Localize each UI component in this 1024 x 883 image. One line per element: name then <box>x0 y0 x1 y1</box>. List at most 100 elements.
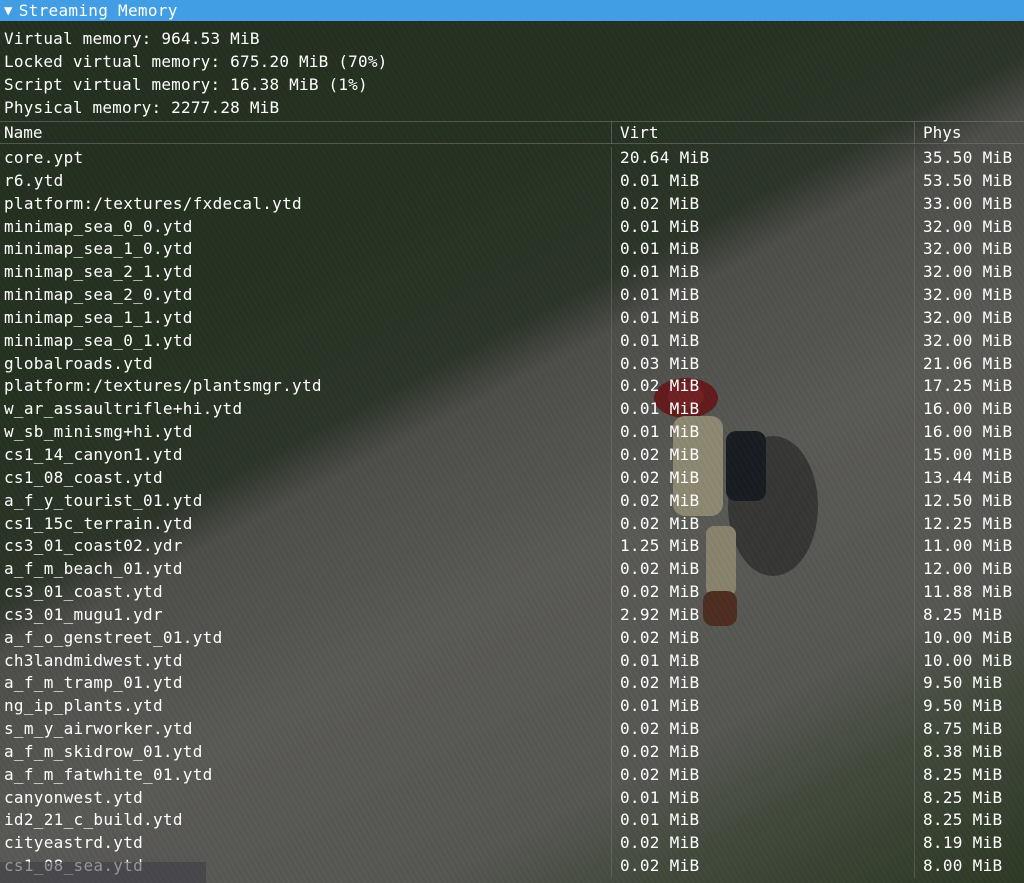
row-phys-cell: 8.25 MiB <box>914 603 1024 627</box>
table-row[interactable]: cs3_01_coast.ytd 0.02 MiB 11.88 MiB <box>0 581 1024 604</box>
table-row[interactable]: platform:/textures/fxdecal.ytd 0.02 MiB 33… <box>0 192 1024 216</box>
row-name-cell: platform:/textures/fxdecal.ytd <box>4 193 302 213</box>
row-name-cell: a_f_o_genstreet_01.ytd <box>4 627 223 647</box>
row-phys-cell: 8.25 MiB <box>914 809 1024 833</box>
row-virt-cell: 0.02 MiB <box>611 192 914 216</box>
row-virt-cell: 0.01 MiB <box>611 809 914 833</box>
row-phys-cell: 11.88 MiB <box>914 581 1024 604</box>
table-row[interactable]: cs1_15c_terrain.ytd 0.02 MiB 12.25 MiB <box>0 512 1024 536</box>
script-memory-text: Script virtual memory: 16.38 MiB (1%) <box>4 75 368 94</box>
row-name-cell: a_f_m_beach_01.ytd <box>4 559 183 579</box>
horizontal-scrollbar-grab[interactable] <box>0 862 206 883</box>
table-row[interactable]: w_ar_assaultrifle+hi.ytd 0.01 MiB 16.00 Mi… <box>0 398 1024 422</box>
row-phys-cell: 17.25 MiB <box>914 375 1024 399</box>
row-phys-cell: 8.25 MiB <box>914 786 1024 810</box>
row-virt-cell: 0.01 MiB <box>611 695 914 719</box>
table-row[interactable]: minimap_sea_0_1.ytd 0.01 MiB 32.00 MiB <box>0 329 1024 353</box>
row-phys-cell: 8.75 MiB <box>914 718 1024 741</box>
virtual-memory-text: Virtual memory: 964.53 MiB <box>4 29 260 48</box>
table-row[interactable]: minimap_sea_0_0.ytd 0.01 MiB 32.00 MiB <box>0 215 1024 239</box>
table-row[interactable]: a_f_m_fatwhite_01.ytd 0.02 MiB 8.25 MiB <box>0 763 1024 787</box>
table-row[interactable]: cityeastrd.ytd 0.02 MiB 8.19 MiB <box>0 832 1024 856</box>
table-row[interactable]: a_f_m_skidrow_01.ytd 0.02 MiB 8.38 MiB <box>0 740 1024 764</box>
row-phys-cell: 16.00 MiB <box>914 398 1024 422</box>
table-row[interactable]: a_f_m_beach_01.ytd 0.02 MiB 12.00 MiB <box>0 558 1024 582</box>
row-phys-cell: 12.50 MiB <box>914 489 1024 513</box>
row-virt-cell: 0.02 MiB <box>611 581 914 604</box>
table-row[interactable]: a_f_y_tourist_01.ytd 0.02 MiB 12.50 MiB <box>0 489 1024 513</box>
row-name-cell: minimap_sea_0_1.ytd <box>4 330 193 350</box>
row-phys-cell: 53.50 MiB <box>914 169 1024 193</box>
table-row[interactable]: w_sb_minismg+hi.ytd 0.01 MiB 16.00 MiB <box>0 421 1024 444</box>
table-row[interactable]: minimap_sea_2_0.ytd 0.01 MiB 32.00 MiB <box>0 284 1024 307</box>
row-name-cell: a_f_m_skidrow_01.ytd <box>4 741 203 761</box>
row-virt-cell: 0.02 MiB <box>611 375 914 399</box>
row-phys-cell: 32.00 MiB <box>914 261 1024 285</box>
triangle-down-icon[interactable]: ▼ <box>4 3 13 19</box>
row-phys-cell: 9.50 MiB <box>914 672 1024 696</box>
column-header-name[interactable]: Name <box>0 121 611 144</box>
row-phys-cell: 33.00 MiB <box>914 192 1024 216</box>
row-name-cell: canyonwest.ytd <box>4 787 144 807</box>
column-header-phys[interactable]: Phys <box>914 121 1024 144</box>
table-row[interactable]: ng_ip_plants.ytd 0.01 MiB 9.50 MiB <box>0 695 1024 719</box>
table-body: core.ypt 20.64 MiB 35.50 MiB r6.ytd 0.01 MiB… <box>0 147 1024 878</box>
row-virt-cell: 0.01 MiB <box>611 398 914 422</box>
column-header-virt[interactable]: Virt <box>611 121 914 144</box>
table-row[interactable]: id2_21_c_build.ytd 0.01 MiB 8.25 MiB <box>0 809 1024 833</box>
row-virt-cell: 0.01 MiB <box>611 169 914 193</box>
row-virt-cell: 0.02 MiB <box>611 672 914 696</box>
row-virt-cell: 0.01 MiB <box>611 261 914 285</box>
table-row[interactable]: cs3_01_mugu1.ydr 2.92 MiB 8.25 MiB <box>0 603 1024 627</box>
table-row[interactable]: minimap_sea_2_1.ytd 0.01 MiB 32.00 MiB <box>0 261 1024 285</box>
table-row[interactable]: s_m_y_airworker.ytd 0.02 MiB 8.75 MiB <box>0 718 1024 741</box>
memory-table: Name Virt Phys core.ypt 20.64 MiB 35.50 Mi… <box>0 121 1024 878</box>
table-row[interactable]: cs1_14_canyon1.ytd 0.02 MiB 15.00 MiB <box>0 443 1024 467</box>
row-name-cell: cs1_08_coast.ytd <box>4 467 163 487</box>
row-name-cell: ch3landmidwest.ytd <box>4 650 183 670</box>
window-titlebar[interactable]: ▼ Streaming Memory <box>0 0 1024 21</box>
table-row[interactable]: platform:/textures/plantsmgr.ytd 0.02 MiB… <box>0 375 1024 399</box>
row-phys-cell: 10.00 MiB <box>914 649 1024 673</box>
table-row[interactable]: globalroads.ytd 0.03 MiB 21.06 MiB <box>0 352 1024 376</box>
memory-summary: Virtual memory: 964.53 MiB Locked virtua… <box>0 21 1024 119</box>
row-name-cell: minimap_sea_2_1.ytd <box>4 262 193 282</box>
row-name-cell: r6.ytd <box>4 170 64 190</box>
row-virt-cell: 0.02 MiB <box>611 443 914 467</box>
row-name-cell: a_f_y_tourist_01.ytd <box>4 490 203 510</box>
row-name-cell: core.ypt <box>4 148 84 167</box>
table-row[interactable]: core.ypt 20.64 MiB 35.50 MiB <box>0 147 1024 170</box>
table-row[interactable]: a_f_o_genstreet_01.ytd 0.02 MiB 10.00 MiB <box>0 626 1024 650</box>
row-virt-cell: 0.02 MiB <box>611 718 914 741</box>
row-phys-cell: 9.50 MiB <box>914 695 1024 719</box>
row-name-cell: minimap_sea_1_0.ytd <box>4 239 193 259</box>
row-name-cell: s_m_y_airworker.ytd <box>4 719 193 739</box>
row-phys-cell: 8.19 MiB <box>914 832 1024 856</box>
row-virt-cell: 0.01 MiB <box>611 421 914 444</box>
table-row[interactable]: canyonwest.ytd 0.01 MiB 8.25 MiB <box>0 786 1024 810</box>
row-name-cell: id2_21_c_build.ytd <box>4 810 183 830</box>
row-name-cell: w_sb_minismg+hi.ytd <box>4 422 193 442</box>
streaming-memory-window: ▼ Streaming Memory Virtual memory: 964.5… <box>0 0 1024 883</box>
table-header: Name Virt Phys <box>0 121 1024 144</box>
table-row[interactable]: minimap_sea_1_1.ytd 0.01 MiB 32.00 MiB <box>0 306 1024 330</box>
row-phys-cell: 32.00 MiB <box>914 329 1024 353</box>
table-row[interactable]: r6.ytd 0.01 MiB 53.50 MiB <box>0 169 1024 193</box>
physical-memory-text: Physical memory: 2277.28 MiB <box>4 98 280 117</box>
row-name-cell: globalroads.ytd <box>4 353 153 373</box>
row-name-cell: a_f_m_tramp_01.ytd <box>4 673 183 693</box>
row-phys-cell: 21.06 MiB <box>914 352 1024 376</box>
row-virt-cell: 0.03 MiB <box>611 352 914 376</box>
row-virt-cell: 0.01 MiB <box>611 329 914 353</box>
row-virt-cell: 0.01 MiB <box>611 238 914 262</box>
table-row[interactable]: minimap_sea_1_0.ytd 0.01 MiB 32.00 MiB <box>0 238 1024 262</box>
table-row[interactable]: ch3landmidwest.ytd 0.01 MiB 10.00 MiB <box>0 649 1024 673</box>
table-row[interactable]: cs3_01_coast02.ydr 1.25 MiB 11.00 MiB <box>0 535 1024 559</box>
row-phys-cell: 32.00 MiB <box>914 215 1024 239</box>
table-row[interactable]: cs1_08_coast.ytd 0.02 MiB 13.44 MiB <box>0 466 1024 490</box>
row-phys-cell: 32.00 MiB <box>914 306 1024 330</box>
table-row[interactable]: a_f_m_tramp_01.ytd 0.02 MiB 9.50 MiB <box>0 672 1024 696</box>
row-virt-cell: 20.64 MiB <box>611 147 914 170</box>
row-virt-cell: 0.02 MiB <box>611 489 914 513</box>
row-phys-cell: 12.25 MiB <box>914 512 1024 536</box>
